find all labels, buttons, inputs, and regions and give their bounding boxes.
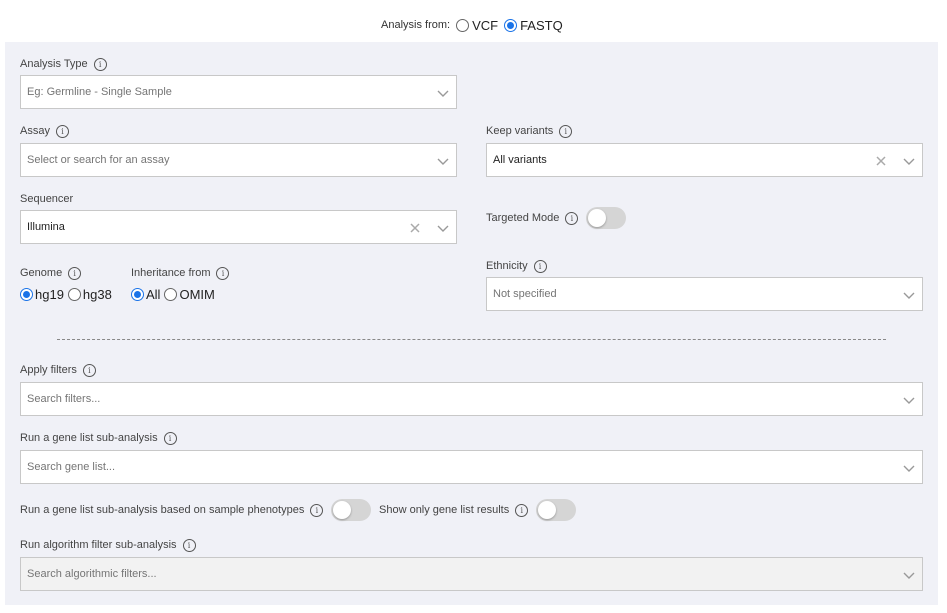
radio-all[interactable] [131,287,144,301]
gene-list-only-row: Show only gene list results i [379,499,577,521]
assay-placeholder: Select or search for an assay [27,154,170,166]
phenotype-sub-toggle[interactable] [331,499,372,521]
keep-variants-label: Keep variants i [486,124,573,138]
chevron-down-icon[interactable] [902,154,916,168]
info-icon[interactable]: i [93,57,107,71]
chevron-down-icon[interactable] [436,154,450,168]
ethnicity-select[interactable]: Not specified [486,277,923,311]
gene-list-label: Run a gene list sub-analysis i [20,431,177,445]
apply-filters-placeholder: Search filters... [27,393,101,405]
clear-icon[interactable] [874,154,888,168]
radio-fastq-label[interactable]: FASTQ [520,18,563,33]
algorithm-label: Run algorithm filter sub-analysis i [20,538,196,552]
phenotype-sub-row: Run a gene list sub-analysis based on sa… [20,499,372,521]
analysis-type-label: Analysis Type i [20,57,107,71]
algorithm-select[interactable]: Search algorithmic filters... [20,557,923,591]
info-icon[interactable]: i [533,259,547,273]
gene-list-only-toggle[interactable] [536,499,577,521]
genome-label-text: Genome [20,267,63,279]
analysis-from-label: Analysis from: [381,19,451,31]
analysis-source-bar: Analysis from: VCF FASTQ [0,0,947,42]
info-icon[interactable]: i [182,538,196,552]
algorithm-label-text: Run algorithm filter sub-analysis [20,539,177,551]
analysis-type-select[interactable]: Eg: Germline - Single Sample [20,75,457,109]
ethnicity-placeholder: Not specified [493,288,557,300]
inheritance-label: Inheritance from i [131,266,230,280]
analysis-type-label-text: Analysis Type [20,58,88,70]
info-icon[interactable]: i [565,211,579,225]
inheritance-radio-group: All OMIM [131,286,219,302]
assay-select[interactable]: Select or search for an assay [20,143,457,177]
radio-hg38[interactable] [67,287,81,301]
algorithm-placeholder: Search algorithmic filters... [27,568,157,580]
clear-icon[interactable] [408,221,422,235]
radio-omim[interactable] [164,287,178,301]
chevron-down-icon[interactable] [902,568,916,582]
targeted-mode-label: Targeted Mode [486,212,560,224]
radio-hg38-label[interactable]: hg38 [83,287,112,302]
sequencer-label: Sequencer [20,192,73,206]
assay-label: Assay i [20,124,69,138]
gene-list-only-label: Show only gene list results [379,504,510,516]
sequencer-label-text: Sequencer [20,193,74,205]
phenotype-sub-label: Run a gene list sub-analysis based on sa… [20,504,305,516]
keep-variants-value: All variants [493,154,547,166]
gene-list-label-text: Run a gene list sub-analysis [20,432,158,444]
radio-fastq[interactable] [504,18,518,32]
targeted-mode-row: Targeted Mode i [486,207,627,229]
radio-all-label[interactable]: All [146,287,160,302]
info-icon[interactable]: i [310,503,324,517]
info-icon[interactable]: i [82,363,96,377]
chevron-down-icon[interactable] [436,221,450,235]
gene-list-select[interactable]: Search gene list... [20,450,923,484]
inheritance-label-text: Inheritance from [131,267,211,279]
analysis-type-placeholder: Eg: Germline - Single Sample [27,86,172,98]
info-icon[interactable]: i [216,266,230,280]
apply-filters-select[interactable]: Search filters... [20,382,923,416]
radio-vcf-label[interactable]: VCF [472,18,498,33]
sequencer-select[interactable]: Illumina [20,210,457,244]
info-icon[interactable]: i [68,266,82,280]
keep-variants-label-text: Keep variants [486,125,554,137]
section-divider [57,339,886,340]
apply-filters-label-text: Apply filters [20,364,77,376]
keep-variants-select[interactable]: All variants [486,143,923,177]
ethnicity-label: Ethnicity i [486,259,547,273]
chevron-down-icon[interactable] [436,86,450,100]
apply-filters-label: Apply filters i [20,363,96,377]
radio-hg19[interactable] [20,287,33,301]
radio-hg19-label[interactable]: hg19 [35,287,64,302]
info-icon[interactable]: i [515,503,529,517]
chevron-down-icon[interactable] [902,461,916,475]
chevron-down-icon[interactable] [902,393,916,407]
chevron-down-icon[interactable] [902,288,916,302]
analysis-source-group: Analysis from: VCF FASTQ [381,17,571,33]
gene-list-placeholder: Search gene list... [27,461,116,473]
sequencer-value: Illumina [27,221,65,233]
info-icon[interactable]: i [559,124,573,138]
info-icon[interactable]: i [163,431,177,445]
assay-label-text: Assay [20,125,50,137]
genome-radio-group: hg19 hg38 [20,286,116,302]
radio-omim-label[interactable]: OMIM [179,287,214,302]
ethnicity-label-text: Ethnicity [486,260,528,272]
radio-vcf[interactable] [456,18,470,32]
genome-label: Genome i [20,266,82,280]
info-icon[interactable]: i [55,124,69,138]
targeted-mode-toggle[interactable] [586,207,627,229]
